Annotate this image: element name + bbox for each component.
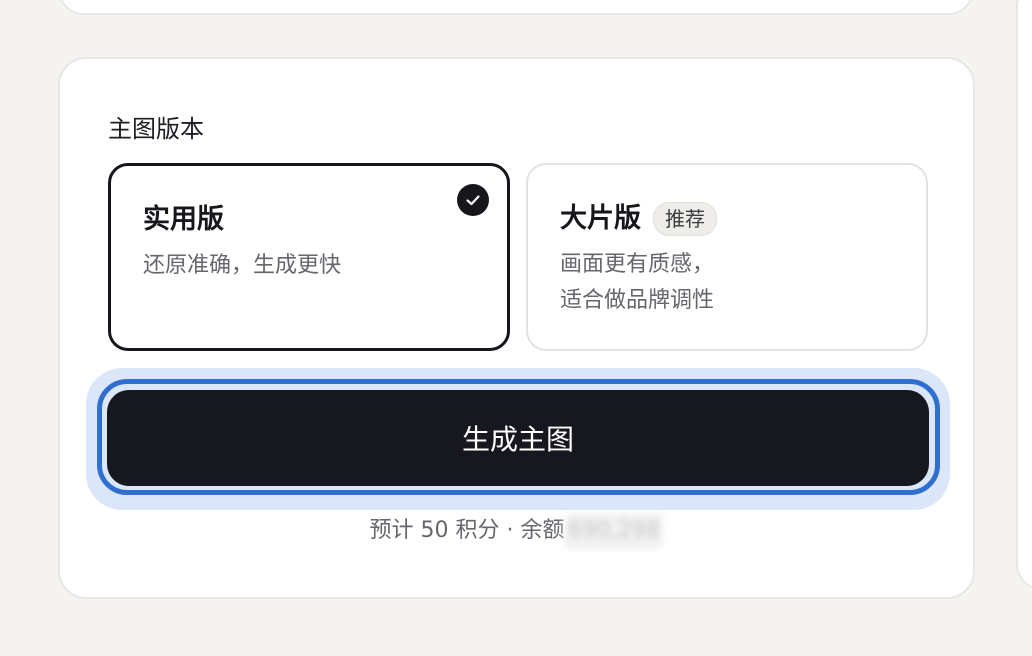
option-title: 大片版 推荐 — [560, 201, 717, 237]
cost-summary: 预计 50 积分 · 余额 690,298 — [60, 513, 973, 549]
option-title-text: 实用版 — [143, 204, 224, 235]
option-description-line: 适合做品牌调性 — [560, 288, 715, 313]
option-description-line: 还原准确，生成更快 — [143, 253, 342, 278]
side-panel-edge — [1016, 0, 1032, 590]
option-practical[interactable]: 实用版 还原准确，生成更快 — [108, 163, 510, 351]
generate-main-image-button[interactable]: 生成主图 — [107, 390, 929, 486]
page: 主图版本 实用版 还原准确，生成更快 大片版 推荐 画面更有质感， 适合做品牌调… — [0, 0, 1032, 656]
main-image-version-card: 主图版本 实用版 还原准确，生成更快 大片版 推荐 画面更有质感， 适合做品牌调… — [58, 57, 975, 599]
section-label: 主图版本 — [108, 115, 204, 143]
check-icon — [466, 195, 480, 206]
option-description: 画面更有质感， 适合做品牌调性 — [560, 247, 714, 319]
option-description: 还原准确，生成更快 — [143, 248, 341, 284]
option-title: 实用版 — [143, 202, 224, 238]
option-title-text: 大片版 — [560, 203, 641, 234]
option-cinematic[interactable]: 大片版 推荐 画面更有质感， 适合做品牌调性 — [526, 163, 928, 351]
cost-estimate: 预计 50 积分 · 余额 — [369, 518, 565, 543]
recommended-tag: 推荐 — [653, 202, 717, 236]
option-description-line: 画面更有质感， — [560, 252, 715, 277]
balance-value: 690,298 — [564, 513, 664, 549]
previous-card — [58, 0, 974, 15]
check-circle-icon — [457, 184, 489, 216]
